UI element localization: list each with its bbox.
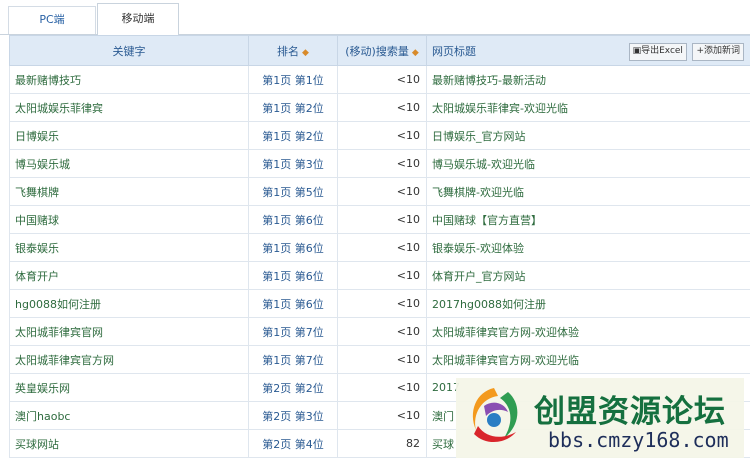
rank-cell: 第1页 第2位 [248,121,338,150]
volume-cell: <10 [337,205,427,234]
title-cell: 飞舞棋牌-欢迎光临 [426,177,750,206]
volume-cell: <10 [337,345,427,374]
volume-cell: <10 [337,121,427,150]
title-cell: 最新赌博技巧-最新活动 [426,65,750,94]
tab-pc[interactable]: PC端 [8,6,96,34]
keyword-cell[interactable]: 最新赌博技巧 [9,65,249,94]
rank-cell: 第1页 第6位 [248,233,338,262]
title-cell: 中国赌球【官方直营】 [426,205,750,234]
volume-cell: <10 [337,177,427,206]
table-row: hg0088如何注册 第1页 第6位 <10 2017hg0088如何注册 [9,289,750,318]
volume-cell: <10 [337,261,427,290]
keyword-cell[interactable]: 太阳城娱乐菲律宾 [9,93,249,122]
table-row: 日博娱乐 第1页 第2位 <10 日博娱乐_官方网站 [9,121,750,150]
add-keyword-label: 添加新词 [703,46,740,56]
keyword-cell[interactable]: 澳门haobc [9,401,249,430]
watermark: 创盟资源论坛 bbs.cmzy168.com [456,378,744,458]
column-header-volume-label: (移动)搜索量 [345,44,409,58]
rank-cell: 第2页 第3位 [248,401,338,430]
rank-cell: 第1页 第7位 [248,345,338,374]
rank-cell: 第2页 第4位 [248,429,338,458]
column-header-keyword: 关键字 [9,35,249,66]
volume-cell: 82 [337,429,427,458]
rank-cell: 第1页 第6位 [248,289,338,318]
title-cell: 太阳城娱乐菲律宾-欢迎光临 [426,93,750,122]
export-excel-button[interactable]: ▣导出Excel [628,43,687,61]
volume-cell: <10 [337,373,427,402]
sort-icon[interactable]: ◆ [302,48,309,58]
column-header-rank[interactable]: 排名 ◆ [248,35,338,66]
keyword-cell[interactable]: 太阳城菲律宾官方网 [9,345,249,374]
watermark-name: 创盟资源论坛 [534,394,726,430]
volume-cell: <10 [337,401,427,430]
table-row: 太阳城娱乐菲律宾 第1页 第2位 <10 太阳城娱乐菲律宾-欢迎光临 [9,93,750,122]
export-excel-label: 导出Excel [641,46,683,56]
tab-mobile[interactable]: 移动端 [97,3,179,36]
export-icon: ▣ [632,46,642,56]
keyword-cell[interactable]: 太阳城菲律宾官网 [9,317,249,346]
rank-cell: 第1页 第5位 [248,177,338,206]
keyword-cell[interactable]: 飞舞棋牌 [9,177,249,206]
volume-cell: <10 [337,149,427,178]
volume-cell: <10 [337,289,427,318]
rank-cell: 第1页 第3位 [248,149,338,178]
title-cell: 博马娱乐城-欢迎光临 [426,149,750,178]
title-cell: 2017hg0088如何注册 [426,289,750,318]
table-row: 太阳城菲律宾官网 第1页 第7位 <10 太阳城菲律宾官方网-欢迎体验 [9,317,750,346]
column-header-rank-label: 排名 [277,44,300,58]
tab-bar: PC端 移动端 [0,0,750,36]
keyword-cell[interactable]: hg0088如何注册 [9,289,249,318]
title-cell: 日博娱乐_官方网站 [426,121,750,150]
table-row: 中国赌球 第1页 第6位 <10 中国赌球【官方直营】 [9,205,750,234]
column-header-title: 网页标题 ▣导出Excel +添加新词 [426,35,750,66]
table-row: 飞舞棋牌 第1页 第5位 <10 飞舞棋牌-欢迎光临 [9,177,750,206]
keyword-cell[interactable]: 博马娱乐城 [9,149,249,178]
keyword-cell[interactable]: 中国赌球 [9,205,249,234]
title-cell: 太阳城菲律宾官方网-欢迎体验 [426,317,750,346]
title-cell: 银泰娱乐-欢迎体验 [426,233,750,262]
table-row: 太阳城菲律宾官方网 第1页 第7位 <10 太阳城菲律宾官方网-欢迎光临 [9,345,750,374]
rank-cell: 第1页 第6位 [248,205,338,234]
column-header-volume[interactable]: (移动)搜索量 ◆ [337,35,427,66]
title-cell: 太阳城菲律宾官方网-欢迎光临 [426,345,750,374]
column-header-title-label: 网页标题 [432,44,476,58]
rank-cell: 第1页 第6位 [248,261,338,290]
header-actions: ▣导出Excel +添加新词 [627,43,744,61]
table-row: 博马娱乐城 第1页 第3位 <10 博马娱乐城-欢迎光临 [9,149,750,178]
table-row: 银泰娱乐 第1页 第6位 <10 银泰娱乐-欢迎体验 [9,233,750,262]
volume-cell: <10 [337,93,427,122]
rank-cell: 第1页 第1位 [248,65,338,94]
sort-icon[interactable]: ◆ [412,48,419,58]
volume-cell: <10 [337,233,427,262]
title-cell: 体育开户_官方网站 [426,261,750,290]
plus-icon: + [696,46,704,56]
keyword-cell[interactable]: 英皇娱乐网 [9,373,249,402]
keyword-cell[interactable]: 买球网站 [9,429,249,458]
rank-cell: 第1页 第7位 [248,317,338,346]
table-header-row: 关键字 排名 ◆ (移动)搜索量 ◆ 网页标题 ▣导出Excel +添加新词 [9,35,750,66]
table-row: 最新赌博技巧 第1页 第1位 <10 最新赌博技巧-最新活动 [9,65,750,94]
rank-cell: 第2页 第2位 [248,373,338,402]
keyword-cell[interactable]: 银泰娱乐 [9,233,249,262]
watermark-url: bbs.cmzy168.com [548,428,729,452]
volume-cell: <10 [337,65,427,94]
table-row: 体育开户 第1页 第6位 <10 体育开户_官方网站 [9,261,750,290]
keyword-cell[interactable]: 日博娱乐 [9,121,249,150]
volume-cell: <10 [337,317,427,346]
rank-cell: 第1页 第2位 [248,93,338,122]
forum-logo-icon [472,388,518,443]
keyword-cell[interactable]: 体育开户 [9,261,249,290]
add-keyword-button[interactable]: +添加新词 [692,43,744,61]
